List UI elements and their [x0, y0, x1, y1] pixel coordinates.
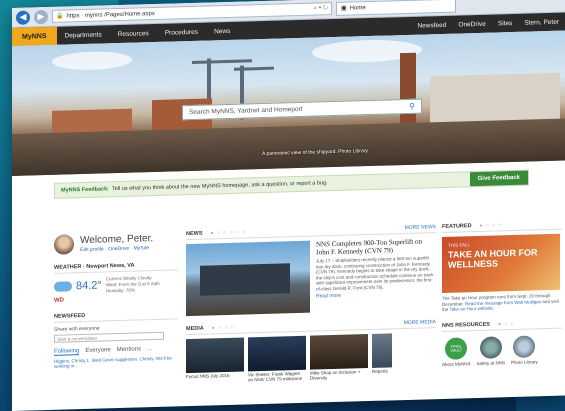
media-caption[interactable]: Reports: [372, 368, 392, 374]
resource-photo-library[interactable]: Photo Library: [511, 334, 538, 365]
resource-about[interactable]: FINAL VAULT About MyNNS: [442, 336, 471, 366]
featured-text: The Take an Hour program runs from Sept.…: [442, 292, 559, 312]
newsfeed-tabs: Following Everyone Mentions ...: [54, 345, 178, 356]
news-headline[interactable]: NNS Completes 900-Ton Superlift on John …: [316, 237, 436, 257]
left-column: Welcome, Peter. Edit profile · OneDrive …: [54, 231, 178, 369]
nav-newsfeed[interactable]: Newsfeed: [411, 21, 452, 29]
profile-links[interactable]: Edit profile · OneDrive · MySite: [80, 245, 153, 253]
tab-everyone[interactable]: Everyone: [85, 347, 110, 355]
address-text: https · mynns /Pages/Home.aspx: [66, 10, 155, 19]
cloud-icon: [54, 281, 72, 292]
avatar[interactable]: [54, 234, 74, 255]
feedback-banner: MyNNS Feedback: Tell us what you think a…: [54, 169, 529, 199]
user-menu[interactable]: Stern, Peter: [518, 18, 565, 26]
weather-widget: 84.2° Current: Mostly Cloudy Wind: From …: [54, 274, 178, 295]
feedback-text: Tell us what you think about the new MyN…: [112, 180, 328, 193]
media-thumb[interactable]: [248, 335, 306, 372]
message-link[interactable]: Read the message from Walt Mulligan: [465, 299, 541, 306]
conversation-input[interactable]: Start a conversation: [54, 331, 164, 343]
browser-window: ◀ ▶ 🔒 https · mynns /Pages/Home.aspx ⌕ ▾…: [12, 0, 565, 411]
brand-logo[interactable]: MyNNS: [12, 26, 57, 46]
welcome-block: Welcome, Peter. Edit profile · OneDrive …: [54, 231, 178, 255]
read-more-link[interactable]: Read more: [316, 290, 436, 300]
media-thumb[interactable]: [310, 334, 368, 370]
welcome-greeting: Welcome, Peter.: [80, 233, 154, 247]
media-thumb[interactable]: [372, 333, 392, 368]
media-caption[interactable]: Mike Shop on Inclusion + Diversity: [310, 369, 368, 380]
browser-tab[interactable]: ▣ Home: [336, 0, 456, 16]
search-input[interactable]: Search MyNNS, Yardnet and Homeport ⚲: [182, 98, 422, 121]
middle-column: NEWS ● ○ ○ ○ ○ ○ MORE NEWS NNS Completes…: [186, 224, 436, 384]
forward-icon[interactable]: ▶: [34, 9, 48, 24]
nav-procedures[interactable]: Procedures: [157, 28, 206, 36]
hero-banner: Search MyNNS, Yardnet and Homeport ⚲ A p…: [12, 30, 565, 176]
featured-title: FEATURED ● ○ ○ ○: [442, 220, 562, 233]
tab-more[interactable]: ...: [147, 346, 152, 353]
resources-list: FINAL VAULT About MyNNS Safety at NNS Ph…: [442, 334, 562, 366]
newsfeed-title: NEWSFEED: [54, 310, 178, 323]
featured-big-text: TAKE AN HOUR FOR WELLNESS: [448, 247, 538, 270]
main-content: Welcome, Peter. Edit profile · OneDrive …: [54, 220, 562, 411]
news-item: NNS Completes 900-Ton Superlift on John …: [186, 237, 436, 317]
about-badge-icon: FINAL VAULT: [445, 336, 468, 360]
refresh-icon[interactable]: ⌕ ▾ ↻: [314, 5, 328, 12]
photo-library-icon: [513, 334, 536, 358]
nav-departments[interactable]: Departments: [57, 31, 110, 39]
tab-label: Home: [349, 4, 366, 12]
feedback-label: MyNNS Feedback:: [61, 186, 109, 194]
carousel-dots[interactable]: ● ○ ○ ○ ○ ○: [211, 229, 247, 236]
media-carousel-dots[interactable]: ● ○ ○ ○: [212, 325, 235, 332]
tab-following[interactable]: Following: [54, 348, 80, 356]
news-body: July 17 – Shipbuilders recently placed a…: [316, 255, 434, 292]
give-feedback-button[interactable]: Give Feedback: [469, 170, 528, 187]
lock-icon: 🔒: [56, 13, 64, 20]
more-media-link[interactable]: MORE MEDIA: [404, 319, 436, 326]
more-news-link[interactable]: MORE NEWS: [405, 224, 436, 231]
media-thumb[interactable]: [186, 337, 244, 374]
featured-banner[interactable]: THIS FALL TAKE AN HOUR FOR WELLNESS: [442, 233, 560, 293]
right-column: FEATURED ● ○ ○ ○ THIS FALL TAKE AN HOUR …: [442, 220, 562, 366]
media-list: Focus NNS July 2016 Vic Sheller: Frank W…: [186, 332, 436, 384]
weather-temp: 84.2°: [76, 279, 102, 293]
back-icon[interactable]: ◀: [16, 9, 30, 25]
weather-provider-logo: WD: [54, 297, 64, 304]
tab-mentions[interactable]: Mentions: [117, 346, 141, 354]
media-caption[interactable]: Vic Sheller: Frank Wagner on NNS' CVN 79…: [248, 371, 306, 382]
media-caption[interactable]: Focus NNS July 2016: [186, 373, 244, 379]
resources-title: NNS RESOURCES ● ○ ○: [442, 319, 562, 332]
nav-onedrive[interactable]: OneDrive: [452, 20, 491, 28]
nav-news[interactable]: News: [206, 27, 238, 35]
search-placeholder: Search MyNNS, Yardnet and Homeport: [189, 105, 303, 117]
news-image[interactable]: [186, 240, 310, 317]
featured-carousel-dots[interactable]: ● ○ ○ ○: [480, 222, 503, 229]
nav-resources[interactable]: Resources: [110, 29, 157, 38]
resources-carousel-dots[interactable]: ● ○ ○: [498, 320, 515, 326]
take-an-hour-link[interactable]: Take an Hour website: [449, 306, 492, 312]
resource-safety[interactable]: Safety at NNS: [477, 335, 505, 366]
weather-desc-3: Humidity: 70%: [105, 287, 135, 294]
page-favicon-icon: ▣: [341, 5, 347, 12]
nav-sites[interactable]: Sites: [492, 19, 518, 27]
weather-title: WEATHER · Newport News, VA: [54, 261, 178, 274]
feed-item[interactable]: Higgins, Christy L. liked Gown suggestio…: [54, 355, 178, 369]
safety-photo-icon: [479, 335, 502, 359]
search-icon[interactable]: ⚲: [409, 102, 415, 111]
